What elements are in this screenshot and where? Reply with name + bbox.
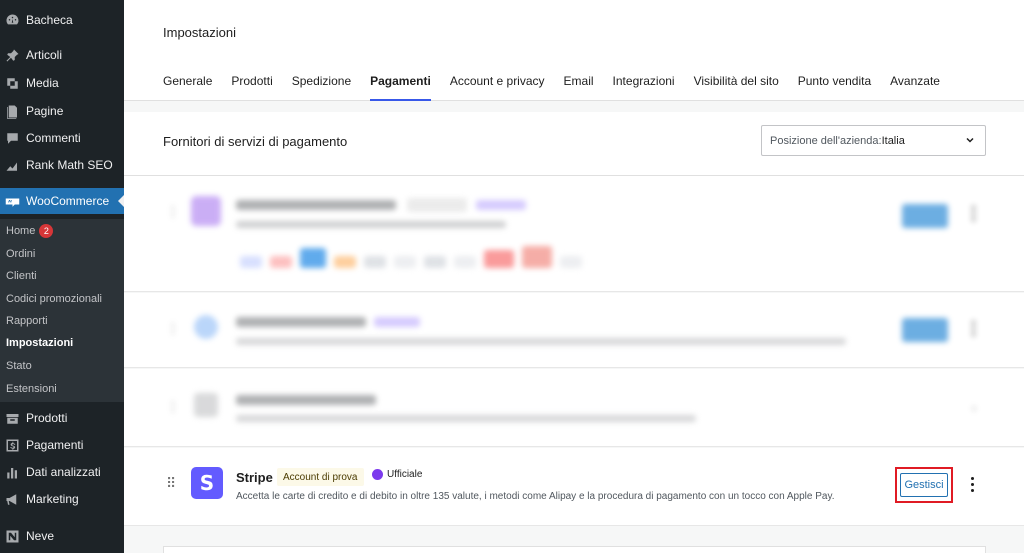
blurred-title-bar [236,395,376,405]
sidebar-item-marketing[interactable]: Marketing [0,486,124,512]
blurred-kebab [972,321,976,337]
main-content: Impostazioni Generale Prodotti Spedizion… [124,0,1024,553]
blurred-desc [236,415,696,422]
provider-logo [191,196,221,226]
chart-icon [4,157,20,173]
blurred-button [902,204,948,228]
drag-handle-icon: ⋮ [166,398,180,414]
sidebar-item-articoli[interactable]: Articoli [0,42,124,68]
dashboard-icon [4,12,20,28]
megaphone-icon [4,491,20,507]
comment-icon [4,130,20,146]
sidebar-item-rank-math-seo[interactable]: Rank Math SEO [0,152,124,178]
submenu-clienti[interactable]: Clienti [6,267,37,285]
more-options-icon[interactable] [971,477,975,493]
tab-punto-vendita[interactable]: Punto vendita [798,74,871,101]
sidebar-item-commenti[interactable]: Commenti [0,125,124,151]
provider-row-stripe: ⠿ S Stripe Account di prova Ufficiale Ac… [124,448,1024,526]
woocommerce-submenu: Home 2 Ordini Clienti Codici promozional… [0,219,124,402]
business-location-value: Italia [881,134,905,147]
drag-handle-icon: ⋮ [166,320,180,336]
provider-row-blurred-2: ⋮ [124,293,1024,368]
settings-header: Impostazioni Generale Prodotti Spedizion… [124,0,1024,101]
provider-name: Stripe [236,470,273,485]
drag-handle-icon: ⋮ [166,203,180,219]
tab-account-e-privacy[interactable]: Account e privacy [450,74,545,101]
tab-generale[interactable]: Generale [163,74,212,101]
submenu-codici-promozionali[interactable]: Codici promozionali [6,290,102,308]
dollar-icon [4,437,20,453]
pin-icon [4,47,20,63]
admin-sidebar: Bacheca Articoli Media Pagine Commenti R… [0,0,125,553]
sidebar-item-dati-analizzati[interactable]: Dati analizzati [0,459,124,485]
provider-row-blurred-3: ⋮ › [124,369,1024,447]
tab-visibilita-del-sito[interactable]: Visibilità del sito [694,74,779,101]
provider-description: Accetta le carte di credito e di debito … [236,491,835,502]
payment-providers-header: Fornitori di servizi di pagamento Posizi… [124,112,1024,176]
bar-chart-icon [4,464,20,480]
drag-handle-icon[interactable]: ⠿ [166,476,176,490]
tab-spedizione[interactable]: Spedizione [292,74,351,101]
test-account-badge: Account di prova [277,468,364,486]
blurred-payment-methods [240,246,760,270]
blurred-tag [407,198,467,212]
blurred-kebab [972,206,976,222]
stripe-logo: S [191,467,223,499]
business-location-label: Posizione dell'azienda: [770,134,882,147]
chevron-down-icon [966,137,974,143]
blurred-content: ⋮ [124,293,1024,368]
neve-icon [4,528,20,544]
sidebar-item-pagamenti[interactable]: Pagamenti [0,432,124,458]
blurred-title-bar [236,317,366,327]
submenu-rapporti[interactable]: Rapporti [6,312,48,330]
tab-pagamenti[interactable]: Pagamenti [370,74,431,101]
blurred-content: ⋮ [124,176,1024,292]
blurred-desc [236,221,506,228]
blurred-title-bar [236,200,396,210]
business-location-select[interactable]: Posizione dell'azienda: Italia [761,125,986,156]
official-badge: Ufficiale [372,469,422,480]
provider-row-blurred-1: ⋮ [124,176,1024,292]
sidebar-item-neve[interactable]: Neve [0,523,124,549]
provider-logo [194,393,218,417]
submenu-home[interactable]: Home 2 [6,222,54,240]
manage-button[interactable]: Gestisci [900,473,948,497]
sidebar-item-pagine[interactable]: Pagine [0,98,124,124]
submenu-ordini[interactable]: Ordini [6,245,35,263]
woo-icon [4,193,20,209]
page-title: Impostazioni [163,25,236,40]
tab-email[interactable]: Email [564,74,594,101]
submenu-stato[interactable]: Stato [6,357,32,375]
next-card [163,546,986,553]
blurred-button [902,318,948,342]
media-icon [4,75,20,91]
sidebar-item-bacheca[interactable]: Bacheca [0,7,124,33]
submenu-impostazioni[interactable]: Impostazioni [6,334,73,352]
sidebar-item-prodotti[interactable]: Prodotti [0,405,124,431]
provider-logo [194,315,218,339]
official-check-icon [372,469,383,480]
blurred-desc [236,338,846,345]
section-title: Fornitori di servizi di pagamento [163,134,348,149]
sidebar-item-media[interactable]: Media [0,70,124,96]
blurred-chevron: › [972,401,976,415]
blurred-official [374,317,420,327]
tab-avanzate[interactable]: Avanzate [890,74,940,101]
blurred-content: ⋮ › [124,369,1024,447]
notification-badge: 2 [39,224,54,238]
settings-tabs: Generale Prodotti Spedizione Pagamenti A… [163,74,959,101]
page-icon [4,103,20,119]
tab-integrazioni[interactable]: Integrazioni [613,74,675,101]
tab-prodotti[interactable]: Prodotti [231,74,272,101]
blurred-official [476,200,526,210]
box-icon [4,410,20,426]
submenu-estensioni[interactable]: Estensioni [6,380,57,398]
sidebar-item-woocommerce[interactable]: WooCommerce [0,188,125,214]
